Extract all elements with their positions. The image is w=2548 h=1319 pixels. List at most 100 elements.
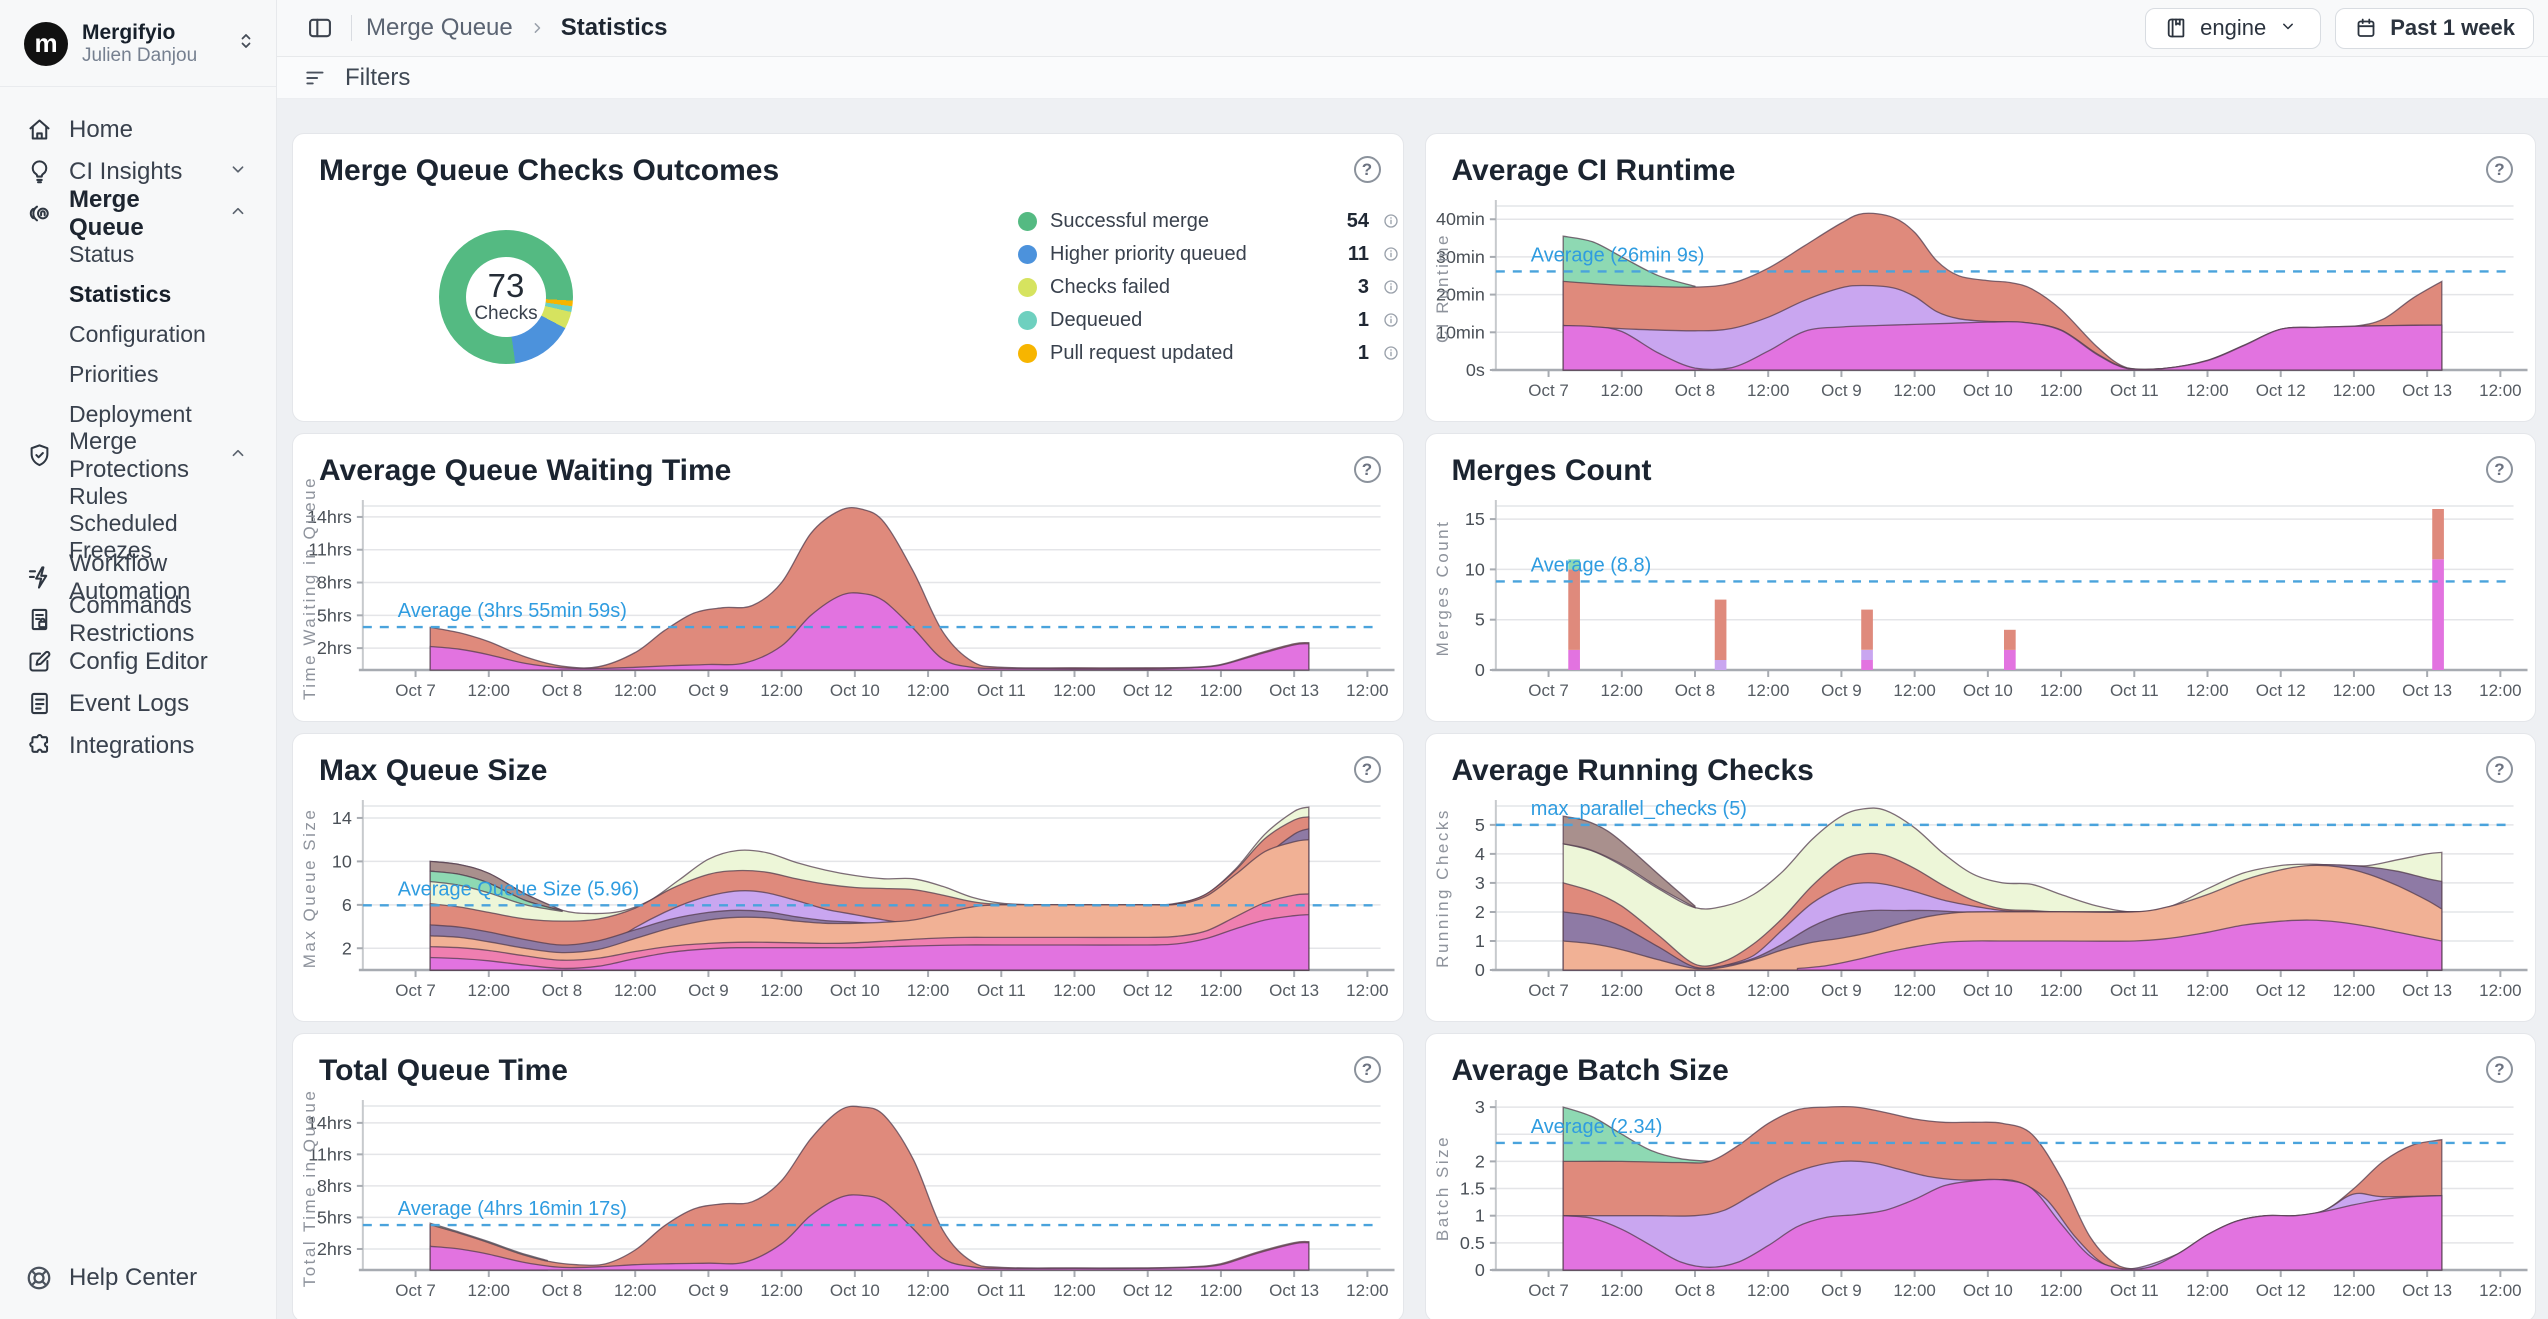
repo-selector-button[interactable]: engine [2145,8,2321,49]
svg-text:Total Time in Queue: Total Time in Queue [300,1089,319,1288]
org-switcher[interactable]: m Mergifyio Julien Danjou [0,0,276,87]
average-line-label: Average (8.8) [1530,554,1650,576]
filters-button[interactable]: Filters [345,64,410,92]
svg-text:Oct 10: Oct 10 [1962,381,2012,400]
svg-text:Oct 7: Oct 7 [1528,1281,1569,1300]
help-icon[interactable]: ? [1354,1056,1381,1083]
app-root: m Mergifyio Julien Danjou Home CI Insight… [0,0,2548,1319]
help-icon[interactable]: ? [1354,456,1381,483]
chevron-up-icon [227,200,254,227]
sidebar-item-home[interactable]: Home [14,109,266,151]
svg-text:5hrs: 5hrs [317,605,352,625]
svg-text:12:00: 12:00 [2479,381,2521,400]
donut-center-label: Checks [474,303,537,325]
legend-label: Successful merge [1050,210,1334,233]
file-lock-icon [26,606,53,633]
org-switch-updown-icon[interactable] [234,29,258,58]
svg-text:12:00: 12:00 [1746,681,1788,700]
bar-segment [2003,650,2015,670]
info-icon[interactable] [1382,311,1400,329]
legend-label: Pull request updated [1050,342,1345,365]
help-icon[interactable]: ? [1354,156,1381,183]
svg-text:Oct 13: Oct 13 [1269,681,1319,700]
chevron-down-icon [227,158,254,185]
svg-text:12:00: 12:00 [614,981,656,1000]
svg-text:Oct 10: Oct 10 [830,681,880,700]
legend-label: Dequeued [1050,309,1345,332]
sidebar-toggle-icon[interactable] [303,11,337,45]
svg-text:Oct 12: Oct 12 [2255,981,2305,1000]
sidebar-item-merge-protections[interactable]: Merge Protections [14,435,266,477]
average-line-label: max_parallel_checks (5) [1530,798,1746,820]
chart-title: Average Queue Waiting Time [319,454,731,488]
calendar-icon [2354,16,2378,40]
legend-dot [1018,311,1037,330]
topbar-divider [351,15,352,41]
info-icon[interactable] [1382,344,1400,362]
svg-text:12:00: 12:00 [907,981,949,1000]
svg-text:Oct 9: Oct 9 [1821,681,1862,700]
chevron-down-icon [2278,16,2302,40]
bar-segment [1861,650,1873,660]
svg-text:Oct 8: Oct 8 [1674,381,1715,400]
sidebar-item-label: CI Insights [69,158,182,186]
sidebar-item-label: Config Editor [69,648,208,676]
help-icon[interactable]: ? [2486,456,2513,483]
help-center-button[interactable]: Help Center [0,1241,276,1319]
bar-segment [2432,559,2444,670]
svg-text:2: 2 [342,938,352,958]
chart-title: Average Batch Size [1452,1054,1729,1088]
svg-text:1.5: 1.5 [1459,1179,1484,1199]
chart-title: Total Queue Time [319,1054,568,1088]
svg-text:Oct 9: Oct 9 [1821,981,1862,1000]
breadcrumb-parent[interactable]: Merge Queue [366,14,513,42]
card-max-queue-size: Max Queue Size?261014Oct 712:00Oct 812:0… [292,733,1404,1022]
svg-text:Oct 13: Oct 13 [2402,681,2452,700]
bar-segment [1714,600,1726,660]
svg-text:12:00: 12:00 [1600,381,1642,400]
svg-text:12:00: 12:00 [1746,381,1788,400]
svg-text:12:00: 12:00 [2039,381,2081,400]
legend-value: 1 [1358,309,1369,332]
sidebar-subitem-configuration[interactable]: Configuration [14,315,266,355]
help-icon[interactable]: ? [2486,1056,2513,1083]
svg-text:Running Checks: Running Checks [1432,808,1451,968]
help-icon[interactable]: ? [2486,756,2513,783]
help-icon[interactable]: ? [1354,756,1381,783]
help-icon[interactable]: ? [2486,156,2513,183]
average-line-label: Average Queue Size (5.96) [398,878,639,900]
org-user: Julien Danjou [82,45,220,68]
info-icon[interactable] [1382,245,1400,263]
svg-text:Oct 11: Oct 11 [2109,981,2158,1000]
lifebuoy-icon [24,1263,54,1293]
svg-text:Oct 8: Oct 8 [542,1281,583,1300]
legend-row-successful-merge: Successful merge54 [1018,208,1400,234]
svg-text:Merges Count: Merges Count [1432,520,1451,657]
average-line-label: Average (2.34) [1530,1116,1662,1138]
donut-center: 73Checks [466,257,546,337]
svg-text:12:00: 12:00 [1600,981,1642,1000]
svg-text:12:00: 12:00 [1200,981,1242,1000]
svg-text:Oct 12: Oct 12 [2255,1281,2305,1300]
svg-text:Oct 9: Oct 9 [1821,381,1862,400]
svg-text:12:00: 12:00 [2332,381,2374,400]
svg-text:12:00: 12:00 [1893,1281,1935,1300]
info-icon[interactable] [1382,212,1400,230]
checks-outcomes-donut[interactable]: 73Checks [439,230,573,364]
legend-row-higher-priority-queued: Higher priority queued11 [1018,241,1400,267]
info-icon[interactable] [1382,278,1400,296]
svg-text:Oct 11: Oct 11 [2109,381,2158,400]
period-selector-button[interactable]: Past 1 week [2335,8,2534,49]
sidebar-item-commands-restrictions[interactable]: Commands Restrictions [14,599,266,641]
sidebar-subitem-statistics[interactable]: Statistics [14,275,266,315]
svg-text:12:00: 12:00 [1346,681,1388,700]
svg-text:6: 6 [342,895,352,915]
sidebar-subitem-priorities[interactable]: Priorities [14,355,266,395]
sidebar-item-merge-queue[interactable]: Merge Queue [14,193,266,235]
edit-icon [26,648,53,675]
sidebar-item-event-logs[interactable]: Event Logs [14,683,266,725]
sidebar-item-integrations[interactable]: Integrations [14,725,266,767]
svg-text:12:00: 12:00 [1600,681,1642,700]
svg-text:12:00: 12:00 [468,981,510,1000]
sidebar: m Mergifyio Julien Danjou Home CI Insight… [0,0,277,1319]
